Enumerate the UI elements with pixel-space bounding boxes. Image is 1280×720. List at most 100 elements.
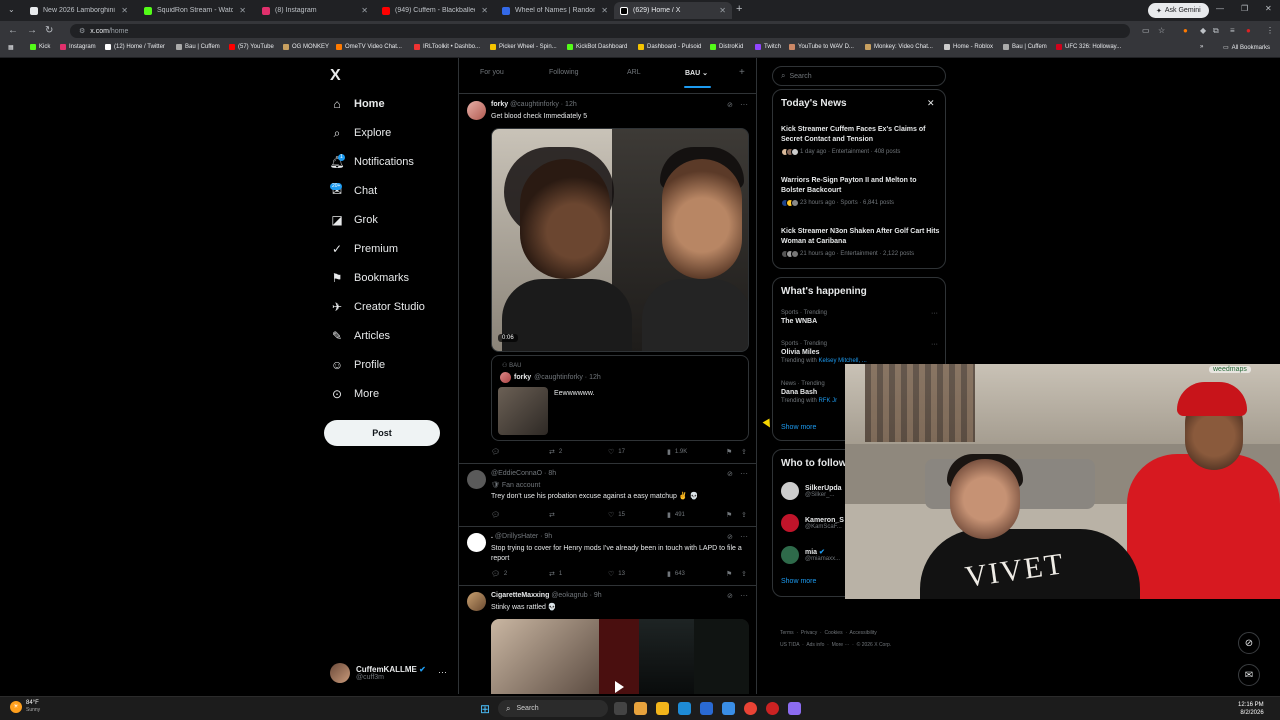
bookmark-item[interactable]: YouTube to WAV D... <box>789 44 854 50</box>
tab-bau[interactable]: BAU ⌄ <box>685 69 708 77</box>
x-logo[interactable]: X <box>330 67 341 85</box>
close-icon[interactable]: ✕ <box>239 6 246 15</box>
tab-following[interactable]: Following <box>549 69 579 76</box>
close-icon[interactable]: ✕ <box>361 6 368 15</box>
taskbar-search[interactable]: ⌕ Search <box>498 700 608 717</box>
trend-item[interactable]: Sports · Trending Olivia Miles Trending … <box>781 341 941 364</box>
mail-icon[interactable] <box>722 702 735 715</box>
cast-icon[interactable]: ▭ <box>1142 26 1150 35</box>
repost-button[interactable]: ⇄ <box>549 511 559 519</box>
post-button[interactable]: Post <box>324 420 440 446</box>
forward-icon[interactable]: → <box>27 25 37 36</box>
bookmark-item[interactable]: OmeTV Video Chat... <box>336 44 402 50</box>
task-view-icon[interactable] <box>614 702 627 715</box>
avatar[interactable] <box>467 533 486 552</box>
minimize-icon[interactable]: — <box>1216 4 1224 13</box>
app-icon[interactable] <box>788 702 801 715</box>
reply-button[interactable]: 💬︎ <box>491 448 504 456</box>
bookmark-item[interactable]: KickBot Dashboard <box>567 44 627 50</box>
window-close-icon[interactable]: ✕ <box>1265 4 1272 13</box>
trend-more-icon[interactable]: ··· <box>931 341 938 348</box>
footer-link[interactable]: Accessibility <box>850 630 877 636</box>
grok-button[interactable]: ⊘ <box>1238 632 1260 654</box>
bookmark-item[interactable]: (57) YouTube <box>229 44 274 50</box>
edge-icon[interactable] <box>678 702 691 715</box>
share-button[interactable]: ⇪ <box>741 448 751 456</box>
bookmark-item[interactable]: (12) Home / Twitter <box>105 44 165 50</box>
share-button[interactable]: ⇪ <box>741 511 751 519</box>
bookmark-item[interactable]: Bau | Cuffem <box>176 44 220 50</box>
play-icon[interactable] <box>615 681 624 693</box>
weather-widget[interactable]: ☀ 84°F Sunny <box>10 700 40 713</box>
close-icon[interactable]: ✕ <box>481 6 488 15</box>
bookmark-button[interactable]: ⚑ <box>726 570 736 578</box>
search-input[interactable]: ⌕ Search <box>772 66 946 86</box>
grok-icon[interactable]: ⊘ <box>727 470 733 478</box>
trend-item[interactable]: Sports · Trending The WNBA ··· <box>781 310 941 325</box>
like-button[interactable]: ♡ 13 <box>608 570 625 578</box>
new-tab-button[interactable]: + <box>736 3 742 15</box>
app-icon[interactable] <box>766 702 779 715</box>
extensions-puzzle-icon[interactable]: ⧉ <box>1213 26 1219 36</box>
share-button[interactable]: ⇪ <box>741 570 751 578</box>
bookmark-item[interactable]: IRLToolkit • Dashbo... <box>414 44 480 50</box>
post-video[interactable]: 0:06 <box>491 128 749 352</box>
news-item[interactable]: Warriors Re-Sign Payton II and Melton to… <box>781 176 941 207</box>
extension-icon[interactable]: ● <box>1183 26 1188 35</box>
like-button[interactable]: ♡ 15 <box>608 511 625 519</box>
views-button[interactable]: ▮ 643 <box>667 570 685 578</box>
account-more-icon[interactable]: ··· <box>438 667 447 677</box>
like-button[interactable]: ♡ 17 <box>608 448 625 456</box>
maximize-icon[interactable]: ❐ <box>1241 4 1248 13</box>
footer-link[interactable]: Ads info <box>806 642 824 648</box>
bookmark-button[interactable]: ⚑ <box>726 511 736 519</box>
profile-avatar-icon[interactable]: ● <box>1246 26 1251 35</box>
bookmarks-overflow-icon[interactable]: » <box>1200 44 1203 50</box>
tab-search-icon[interactable]: ⌄ <box>8 5 15 14</box>
show-more-link[interactable]: Show more <box>781 424 816 431</box>
browser-tab[interactable]: (949) Cuffem - Blackballed (Sh✕ <box>376 2 494 19</box>
views-button[interactable]: ▮ 491 <box>667 511 685 519</box>
close-icon[interactable]: ✕ <box>601 6 608 15</box>
bookmark-item[interactable]: Home - Roblox <box>944 44 993 50</box>
apps-icon[interactable]: ▦ <box>8 44 14 51</box>
nav-home[interactable]: ⌂ Home <box>330 94 384 114</box>
show-more-link[interactable]: Show more <box>781 578 816 585</box>
footer-link[interactable]: US TIDA <box>780 642 799 648</box>
bookmark-button[interactable]: ⚑ <box>726 448 736 456</box>
bookmark-item[interactable]: Picker Wheel - Spin... <box>490 44 557 50</box>
footer-link[interactable]: More ··· <box>832 642 850 648</box>
reply-button[interactable]: 💬︎ 2 <box>491 570 507 578</box>
all-bookmarks[interactable]: ▭ All Bookmarks <box>1223 44 1270 52</box>
trend-more-icon[interactable]: ··· <box>931 310 938 317</box>
bookmark-item[interactable]: Monkey: Video Chat... <box>865 44 933 50</box>
nav-more[interactable]: ⊙ More <box>330 384 379 404</box>
bookmark-item[interactable]: OG MONKEY <box>283 44 329 50</box>
file-explorer-icon[interactable] <box>656 702 669 715</box>
grok-icon[interactable]: ⊘ <box>727 592 733 600</box>
tab-for-you[interactable]: For you <box>480 69 504 76</box>
nav-premium[interactable]: ✓ Premium <box>330 239 398 259</box>
tab-arl[interactable]: ARL <box>627 69 641 76</box>
post[interactable]: CigaretteMaxxing @eokagrub · 9h ⊘ ··· St… <box>459 586 756 694</box>
post-more-icon[interactable]: ··· <box>740 591 748 600</box>
footer-link[interactable]: Terms <box>780 630 794 636</box>
bookmark-item[interactable]: Instagram <box>60 44 96 50</box>
avatar[interactable] <box>467 101 486 120</box>
browser-tab[interactable]: Wheel of Names | Random nam✕ <box>496 2 614 19</box>
news-item[interactable]: Kick Streamer N3on Shaken After Golf Car… <box>781 227 941 258</box>
url-field[interactable]: ⚙ x.com/home <box>70 24 1130 38</box>
nav-profile[interactable]: ☺ Profile <box>330 355 385 375</box>
browser-tab[interactable]: SquidRon Stream - Watch Live✕ <box>138 2 252 19</box>
system-clock[interactable]: 12:16 PM 8/2/2026 <box>1238 701 1264 717</box>
bookmark-item[interactable]: Bau | Cuffem <box>1003 44 1047 50</box>
reply-button[interactable]: 💬︎ <box>491 511 504 519</box>
close-icon[interactable]: ✕ <box>927 98 935 109</box>
account-switcher[interactable]: CuffemKALLME ✔ @cuff3m ··· <box>330 661 447 685</box>
bookmark-item[interactable]: DistroKid <box>710 44 743 50</box>
nav-creator-studio[interactable]: ✈ Creator Studio <box>330 297 425 317</box>
news-item[interactable]: Kick Streamer Cuffem Faces Ex's Claims o… <box>781 125 941 156</box>
extension-icon[interactable]: ◆ <box>1200 26 1206 35</box>
ask-gemini-button[interactable]: ✦ Ask Gemini <box>1148 3 1209 18</box>
post-more-icon[interactable]: ··· <box>740 100 748 109</box>
